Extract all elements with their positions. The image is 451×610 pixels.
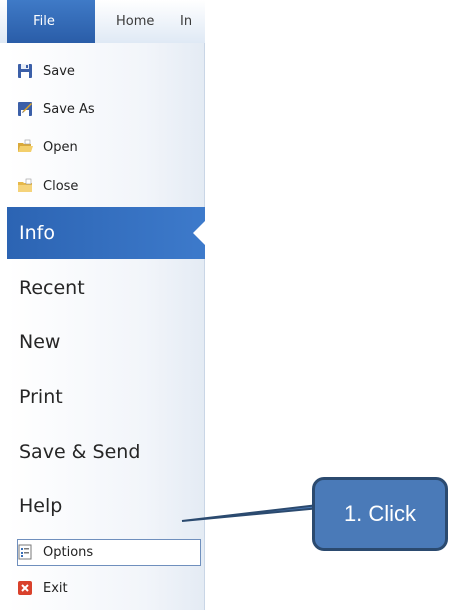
instruction-callout: 1. Click <box>312 477 448 551</box>
open-command[interactable]: Open <box>17 133 78 161</box>
tab-home[interactable]: Home <box>116 0 154 43</box>
tab-new[interactable]: New <box>7 316 205 368</box>
close-command[interactable]: Close <box>17 172 78 200</box>
tab-help-label: Help <box>19 495 63 517</box>
save-command[interactable]: Save <box>17 57 75 85</box>
tab-recent[interactable]: Recent <box>7 262 205 314</box>
close-label: Close <box>43 178 79 194</box>
tab-save-and-send[interactable]: Save & Send <box>7 426 205 478</box>
tab-info[interactable]: Info <box>7 207 206 259</box>
active-tab-indicator <box>193 220 206 246</box>
save-as-label: Save As <box>43 101 95 117</box>
exit-command[interactable]: Exit <box>17 574 68 602</box>
tab-help[interactable]: Help <box>7 480 205 532</box>
open-folder-icon <box>17 139 33 155</box>
tab-info-label: Info <box>19 222 55 244</box>
options-command[interactable]: Options <box>17 538 93 566</box>
tab-recent-label: Recent <box>19 277 85 299</box>
tab-print-label: Print <box>19 386 63 408</box>
application-window: File Home In Save Save As Open Close Inf… <box>0 0 451 610</box>
close-folder-icon <box>17 178 33 194</box>
options-icon <box>17 544 33 560</box>
backstage-navigation: Save Save As Open Close Info Recent New … <box>7 43 206 610</box>
tab-print[interactable]: Print <box>7 371 205 423</box>
exit-label: Exit <box>43 580 68 596</box>
save-label: Save <box>43 63 75 79</box>
callout-text: 1. Click <box>343 501 417 526</box>
save-as-command[interactable]: Save As <box>17 95 95 123</box>
tab-insert[interactable]: In <box>180 0 192 43</box>
options-label: Options <box>43 544 94 560</box>
tab-save-and-send-label: Save & Send <box>19 441 141 463</box>
exit-icon <box>17 580 33 596</box>
open-label: Open <box>43 139 78 155</box>
tab-file[interactable]: File <box>7 0 95 43</box>
save-as-icon <box>17 101 33 117</box>
ribbon-tab-strip: File Home In <box>0 0 205 43</box>
save-icon <box>17 63 33 79</box>
tab-new-label: New <box>19 331 61 353</box>
